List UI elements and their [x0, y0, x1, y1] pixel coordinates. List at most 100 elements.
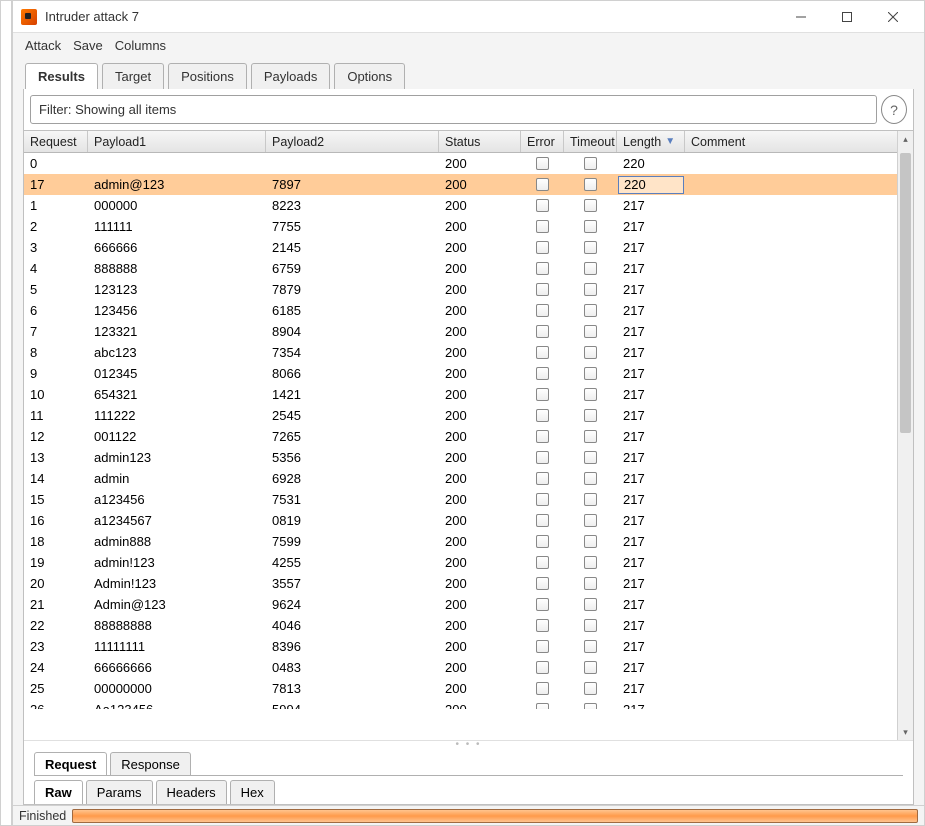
error-checkbox[interactable] — [536, 409, 549, 422]
error-checkbox[interactable] — [536, 682, 549, 695]
col-status[interactable]: Status — [439, 131, 521, 152]
filter-bar[interactable]: Filter: Showing all items — [30, 95, 877, 124]
cell-length-focused[interactable]: 220 — [618, 176, 684, 194]
scrollbar-thumb[interactable] — [900, 153, 911, 433]
timeout-checkbox[interactable] — [584, 619, 597, 632]
table-row[interactable]: 23111111118396200217 — [24, 636, 897, 657]
error-checkbox[interactable] — [536, 262, 549, 275]
error-checkbox[interactable] — [536, 325, 549, 338]
cell-comment[interactable] — [685, 393, 862, 397]
timeout-checkbox[interactable] — [584, 535, 597, 548]
table-row[interactable]: 36666662145200217 — [24, 237, 897, 258]
timeout-checkbox[interactable] — [584, 703, 597, 709]
error-checkbox[interactable] — [536, 199, 549, 212]
cell-comment[interactable] — [685, 540, 862, 544]
error-checkbox[interactable] — [536, 346, 549, 359]
table-row[interactable]: 24666666660483200217 — [24, 657, 897, 678]
col-payload1[interactable]: Payload1 — [88, 131, 266, 152]
cell-comment[interactable] — [685, 687, 862, 691]
error-checkbox[interactable] — [536, 178, 549, 191]
cell-comment[interactable] — [685, 624, 862, 628]
cell-comment[interactable] — [685, 414, 862, 418]
error-checkbox[interactable] — [536, 619, 549, 632]
col-error[interactable]: Error — [521, 131, 564, 152]
error-checkbox[interactable] — [536, 598, 549, 611]
cell-comment[interactable] — [685, 561, 862, 565]
cell-comment[interactable] — [685, 288, 862, 292]
table-row[interactable]: 17admin@1237897200220 — [24, 174, 897, 195]
table-row[interactable]: 16a12345670819200217 — [24, 510, 897, 531]
cell-comment[interactable] — [685, 267, 862, 271]
table-row[interactable]: 21Admin@1239624200217 — [24, 594, 897, 615]
tab-target[interactable]: Target — [102, 63, 164, 89]
error-checkbox[interactable] — [536, 283, 549, 296]
error-checkbox[interactable] — [536, 493, 549, 506]
timeout-checkbox[interactable] — [584, 598, 597, 611]
timeout-checkbox[interactable] — [584, 367, 597, 380]
cell-comment[interactable] — [685, 435, 862, 439]
tab-positions[interactable]: Positions — [168, 63, 247, 89]
error-checkbox[interactable] — [536, 703, 549, 709]
error-checkbox[interactable] — [536, 661, 549, 674]
menu-columns[interactable]: Columns — [115, 38, 166, 53]
vertical-scrollbar[interactable]: ▴ ▾ — [897, 131, 913, 740]
close-button[interactable] — [870, 3, 916, 31]
col-comment[interactable]: Comment — [685, 131, 862, 152]
timeout-checkbox[interactable] — [584, 472, 597, 485]
col-request[interactable]: Request — [24, 131, 88, 152]
tab-payloads[interactable]: Payloads — [251, 63, 330, 89]
table-row[interactable]: 22888888884046200217 — [24, 615, 897, 636]
col-timeout[interactable]: Timeout — [564, 131, 617, 152]
subtab-response[interactable]: Response — [110, 752, 191, 776]
tab-results[interactable]: Results — [25, 63, 98, 89]
help-button[interactable]: ? — [881, 95, 907, 124]
timeout-checkbox[interactable] — [584, 556, 597, 569]
table-row[interactable]: 20Admin!1233557200217 — [24, 573, 897, 594]
timeout-checkbox[interactable] — [584, 220, 597, 233]
timeout-checkbox[interactable] — [584, 283, 597, 296]
cell-comment[interactable] — [685, 204, 862, 208]
table-row[interactable]: 106543211421200217 — [24, 384, 897, 405]
table-row[interactable]: 15a1234567531200217 — [24, 489, 897, 510]
error-checkbox[interactable] — [536, 157, 549, 170]
cell-comment[interactable] — [685, 183, 862, 187]
table-row[interactable]: 21111117755200217 — [24, 216, 897, 237]
table-row[interactable]: 18admin8887599200217 — [24, 531, 897, 552]
cell-comment[interactable] — [685, 645, 862, 649]
table-row[interactable]: 48888886759200217 — [24, 258, 897, 279]
error-checkbox[interactable] — [536, 430, 549, 443]
table-row[interactable]: 71233218904200217 — [24, 321, 897, 342]
timeout-checkbox[interactable] — [584, 157, 597, 170]
cell-comment[interactable] — [685, 519, 862, 523]
table-row[interactable]: 26Aa1234565994200217 — [24, 699, 897, 709]
cell-comment[interactable] — [685, 330, 862, 334]
menu-attack[interactable]: Attack — [25, 38, 61, 53]
tab-options[interactable]: Options — [334, 63, 405, 89]
cell-comment[interactable] — [685, 372, 862, 376]
menu-save[interactable]: Save — [73, 38, 103, 53]
error-checkbox[interactable] — [536, 514, 549, 527]
cell-comment[interactable] — [685, 225, 862, 229]
cell-comment[interactable] — [685, 246, 862, 250]
error-checkbox[interactable] — [536, 640, 549, 653]
timeout-checkbox[interactable] — [584, 577, 597, 590]
cell-comment[interactable] — [685, 162, 862, 166]
error-checkbox[interactable] — [536, 472, 549, 485]
cell-comment[interactable] — [685, 351, 862, 355]
error-checkbox[interactable] — [536, 220, 549, 233]
timeout-checkbox[interactable] — [584, 661, 597, 674]
table-row[interactable]: 19admin!1234255200217 — [24, 552, 897, 573]
table-row[interactable]: 14admin6928200217 — [24, 468, 897, 489]
minimize-button[interactable] — [778, 3, 824, 31]
timeout-checkbox[interactable] — [584, 304, 597, 317]
table-row[interactable]: 25000000007813200217 — [24, 678, 897, 699]
timeout-checkbox[interactable] — [584, 388, 597, 401]
maximize-button[interactable] — [824, 3, 870, 31]
scroll-down-arrow-icon[interactable]: ▾ — [898, 724, 913, 740]
timeout-checkbox[interactable] — [584, 409, 597, 422]
scroll-up-arrow-icon[interactable]: ▴ — [898, 131, 913, 147]
error-checkbox[interactable] — [536, 304, 549, 317]
subtab-request[interactable]: Request — [34, 752, 107, 776]
viewtab-raw[interactable]: Raw — [34, 780, 83, 804]
splitter-handle[interactable]: • • • — [24, 740, 913, 748]
